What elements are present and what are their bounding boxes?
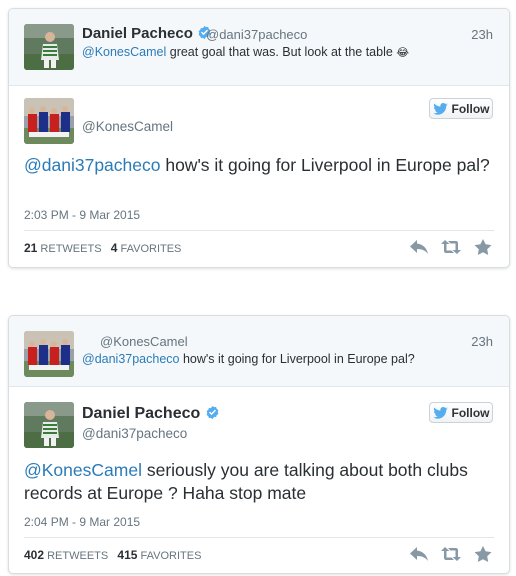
tweet-card-2: @KonesCamel 23h @dani37pacheco how's it … bbox=[8, 315, 510, 574]
tweet-text-body: how's it going for Liverpool in Europe p… bbox=[160, 155, 490, 175]
follow-button[interactable]: Follow bbox=[429, 98, 493, 119]
author-handle[interactable]: @dani37pacheco bbox=[82, 426, 187, 441]
reply-icon[interactable] bbox=[409, 546, 429, 562]
tweet-actions bbox=[409, 546, 493, 562]
tweet-stats: 402 RETWEETS 415 FAVORITES bbox=[24, 548, 201, 562]
parent-timestamp[interactable]: 23h bbox=[471, 27, 493, 42]
tweet-text: @dani37pacheco how's it going for Liverp… bbox=[24, 154, 494, 177]
mention-link[interactable]: @KonesCamel bbox=[24, 460, 142, 480]
retweets-label[interactable]: RETWEETS bbox=[47, 550, 108, 562]
author-handle[interactable]: @KonesCamel bbox=[82, 119, 173, 134]
tweet-text: @KonesCamel seriously you are talking ab… bbox=[24, 459, 494, 505]
tweet-stats: 21 RETWEETS 4 FAVORITES bbox=[24, 241, 181, 255]
parent-tweet-text: @KonesCamel great goal that was. But loo… bbox=[82, 45, 409, 59]
favorite-count[interactable]: 415 bbox=[117, 548, 137, 562]
mention-link[interactable]: @KonesCamel bbox=[82, 45, 166, 59]
author-name[interactable]: Daniel Pacheco bbox=[82, 405, 200, 422]
reply-icon[interactable] bbox=[409, 239, 429, 255]
tweet-date[interactable]: 2:04 PM - 9 Mar 2015 bbox=[24, 515, 140, 529]
avatar-konescamel[interactable] bbox=[24, 98, 74, 144]
favorite-count[interactable]: 4 bbox=[111, 241, 118, 255]
tweet-card-1: Daniel Pacheco @dani37pacheco 23h @Kones… bbox=[8, 8, 510, 268]
parent-tweet[interactable]: @KonesCamel 23h @dani37pacheco how's it … bbox=[9, 316, 509, 387]
mention-link[interactable]: @dani37pacheco bbox=[24, 155, 160, 175]
favorites-label[interactable]: FAVORITES bbox=[140, 550, 201, 562]
favorites-label[interactable]: FAVORITES bbox=[120, 243, 181, 255]
parent-tweet-text: @dani37pacheco how's it going for Liverp… bbox=[82, 352, 415, 366]
retweets-label[interactable]: RETWEETS bbox=[40, 243, 101, 255]
parent-tweet[interactable]: Daniel Pacheco @dani37pacheco 23h @Kones… bbox=[9, 9, 509, 86]
follow-label: Follow bbox=[451, 405, 490, 420]
tweet-date[interactable]: 2:03 PM - 9 Mar 2015 bbox=[24, 208, 140, 222]
retweet-count[interactable]: 21 bbox=[24, 241, 37, 255]
twitter-bird-icon bbox=[433, 407, 448, 419]
follow-label: Follow bbox=[451, 101, 490, 116]
favorite-star-icon[interactable] bbox=[473, 546, 493, 562]
avatar-dani37pacheco[interactable] bbox=[24, 402, 74, 448]
verified-badge-icon bbox=[205, 405, 220, 420]
divider bbox=[24, 537, 494, 538]
parent-text-body: how's it going for Liverpool in Europe p… bbox=[179, 352, 415, 366]
divider bbox=[24, 230, 494, 231]
avatar-dani37pacheco[interactable] bbox=[24, 24, 74, 70]
retweet-icon[interactable] bbox=[441, 239, 461, 255]
parent-author-handle[interactable]: @KonesCamel bbox=[100, 334, 188, 349]
parent-author-name[interactable]: Daniel Pacheco bbox=[82, 25, 193, 42]
mention-link[interactable]: @dani37pacheco bbox=[82, 352, 180, 366]
parent-text-body: great goal that was. But look at the tab… bbox=[166, 45, 397, 59]
avatar-konescamel[interactable] bbox=[24, 331, 74, 377]
retweet-count[interactable]: 402 bbox=[24, 548, 44, 562]
retweet-icon[interactable] bbox=[441, 546, 461, 562]
joy-emoji-icon: 😂 bbox=[396, 47, 410, 59]
parent-timestamp[interactable]: 23h bbox=[471, 334, 493, 349]
tweet-actions bbox=[409, 239, 493, 255]
favorite-star-icon[interactable] bbox=[473, 239, 493, 255]
twitter-bird-icon bbox=[433, 103, 448, 115]
follow-button[interactable]: Follow bbox=[429, 402, 493, 423]
parent-author-handle[interactable]: @dani37pacheco bbox=[206, 27, 307, 42]
